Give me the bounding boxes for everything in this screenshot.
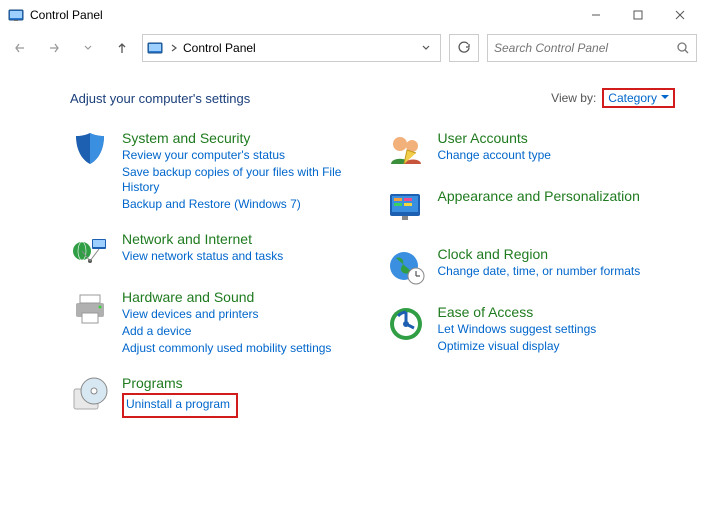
category-title[interactable]: Hardware and Sound [122, 289, 331, 305]
control-panel-icon [8, 7, 24, 23]
close-button[interactable] [659, 1, 701, 29]
category-title[interactable]: Appearance and Personalization [438, 188, 640, 204]
ease-of-access-icon [386, 304, 426, 344]
clock-and-region: Clock and Region Change date, time, or n… [386, 246, 676, 286]
ease-of-access: Ease of Access Let Windows suggest setti… [386, 304, 676, 355]
chevron-right-icon [169, 43, 179, 53]
task-link[interactable]: Backup and Restore (Windows 7) [122, 197, 360, 213]
clock-globe-icon [386, 246, 426, 286]
category-title[interactable]: Ease of Access [438, 304, 597, 320]
hardware-and-sound: Hardware and Sound View devices and prin… [70, 289, 360, 357]
users-icon [386, 130, 426, 170]
view-by-value: Category [608, 91, 657, 105]
window-title: Control Panel [30, 8, 103, 22]
disc-icon [70, 375, 110, 415]
view-by: View by: Category [551, 88, 675, 108]
search-input[interactable] [494, 41, 670, 55]
title-bar: Control Panel [0, 0, 703, 30]
task-link[interactable]: Save backup copies of your files with Fi… [122, 165, 360, 196]
shield-icon [70, 130, 110, 170]
back-button[interactable] [6, 34, 34, 62]
view-by-dropdown[interactable]: Category [602, 88, 675, 108]
minimize-button[interactable] [575, 1, 617, 29]
refresh-button[interactable] [449, 34, 479, 62]
network-icon [70, 231, 110, 271]
system-and-security: System and Security Review your computer… [70, 130, 360, 213]
user-accounts: User Accounts Change account type [386, 130, 676, 170]
programs: Programs Uninstall a program [70, 375, 360, 418]
task-link[interactable]: Add a device [122, 324, 331, 340]
category-title[interactable]: Clock and Region [438, 246, 641, 262]
address-bar[interactable]: Control Panel [142, 34, 441, 62]
left-column: System and Security Review your computer… [70, 130, 360, 436]
task-link[interactable]: Let Windows suggest settings [438, 322, 597, 338]
task-link[interactable]: Review your computer's status [122, 148, 360, 164]
nav-bar: Control Panel [0, 30, 703, 66]
task-link[interactable]: Change date, time, or number formats [438, 264, 641, 280]
desktop-icon [386, 188, 426, 228]
task-link[interactable]: Change account type [438, 148, 551, 164]
category-title[interactable]: Network and Internet [122, 231, 283, 247]
right-column: User Accounts Change account type Appear… [386, 130, 676, 436]
address-text: Control Panel [183, 41, 256, 55]
category-title[interactable]: System and Security [122, 130, 360, 146]
task-link[interactable]: View devices and printers [122, 307, 331, 323]
chevron-down-icon [661, 94, 669, 102]
search-icon [676, 41, 690, 55]
maximize-button[interactable] [617, 1, 659, 29]
recent-dropdown[interactable] [74, 34, 102, 62]
view-by-label: View by: [551, 91, 596, 105]
task-link[interactable]: Adjust commonly used mobility settings [122, 341, 331, 357]
forward-button[interactable] [40, 34, 68, 62]
appearance-and-personalization: Appearance and Personalization [386, 188, 676, 228]
address-dropdown[interactable] [416, 43, 436, 53]
network-and-internet: Network and Internet View network status… [70, 231, 360, 271]
control-panel-icon [147, 40, 163, 56]
up-button[interactable] [108, 34, 136, 62]
uninstall-program-link[interactable]: Uninstall a program [126, 397, 230, 413]
page-heading: Adjust your computer's settings [70, 91, 250, 106]
category-title[interactable]: Programs [122, 375, 238, 391]
printer-icon [70, 289, 110, 329]
category-title[interactable]: User Accounts [438, 130, 551, 146]
task-link[interactable]: Optimize visual display [438, 339, 597, 355]
search-box[interactable] [487, 34, 697, 62]
content-area: Adjust your computer's settings View by:… [0, 66, 703, 466]
task-link[interactable]: View network status and tasks [122, 249, 283, 265]
